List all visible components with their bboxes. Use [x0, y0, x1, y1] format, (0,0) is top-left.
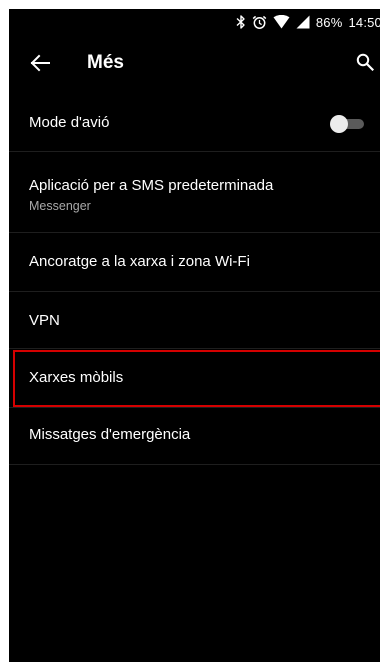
status-icons: 86% 14:50: [236, 13, 380, 31]
battery-level: 86%: [315, 14, 343, 30]
toggle-thumb: [330, 115, 348, 133]
emergency-alerts-item[interactable]: Missatges d'emergència: [9, 408, 380, 465]
airplane-mode-label: Mode d'avió: [29, 114, 110, 131]
back-button[interactable]: [26, 51, 54, 79]
default-sms-app-value: Messenger: [29, 199, 91, 213]
vpn-item[interactable]: VPN: [9, 292, 380, 349]
airplane-mode-item[interactable]: Mode d'avió: [9, 95, 380, 152]
settings-list: Mode d'avió Aplicació per a SMS predeter…: [9, 95, 380, 465]
android-screen: 86% 14:50 Més Mode d'avió Aplicació per …: [9, 9, 380, 662]
default-sms-app-item[interactable]: Aplicació per a SMS predeterminada Messe…: [9, 152, 380, 233]
page-title: Més: [87, 52, 124, 73]
tethering-hotspot-label: Ancoratge a la xarxa i zona Wi-Fi: [29, 253, 250, 270]
clock: 14:50: [348, 14, 380, 30]
arrow-left-icon: [30, 54, 50, 77]
status-bar: 86% 14:50: [9, 9, 380, 35]
signal-icon: [296, 15, 310, 29]
airplane-mode-toggle[interactable]: [330, 114, 364, 134]
search-icon: [356, 53, 375, 76]
default-sms-app-label: Aplicació per a SMS predeterminada: [29, 177, 274, 194]
tethering-hotspot-item[interactable]: Ancoratge a la xarxa i zona Wi-Fi: [9, 233, 380, 292]
mobile-networks-item[interactable]: Xarxes mòbils: [9, 349, 380, 408]
vpn-label: VPN: [29, 312, 60, 329]
wifi-icon: [273, 15, 290, 29]
bluetooth-icon: [236, 15, 246, 29]
search-button[interactable]: [352, 51, 378, 77]
mobile-networks-label: Xarxes mòbils: [29, 369, 124, 386]
alarm-icon: [252, 15, 267, 30]
app-bar: Més: [9, 35, 380, 95]
emergency-alerts-label: Missatges d'emergència: [29, 426, 191, 443]
